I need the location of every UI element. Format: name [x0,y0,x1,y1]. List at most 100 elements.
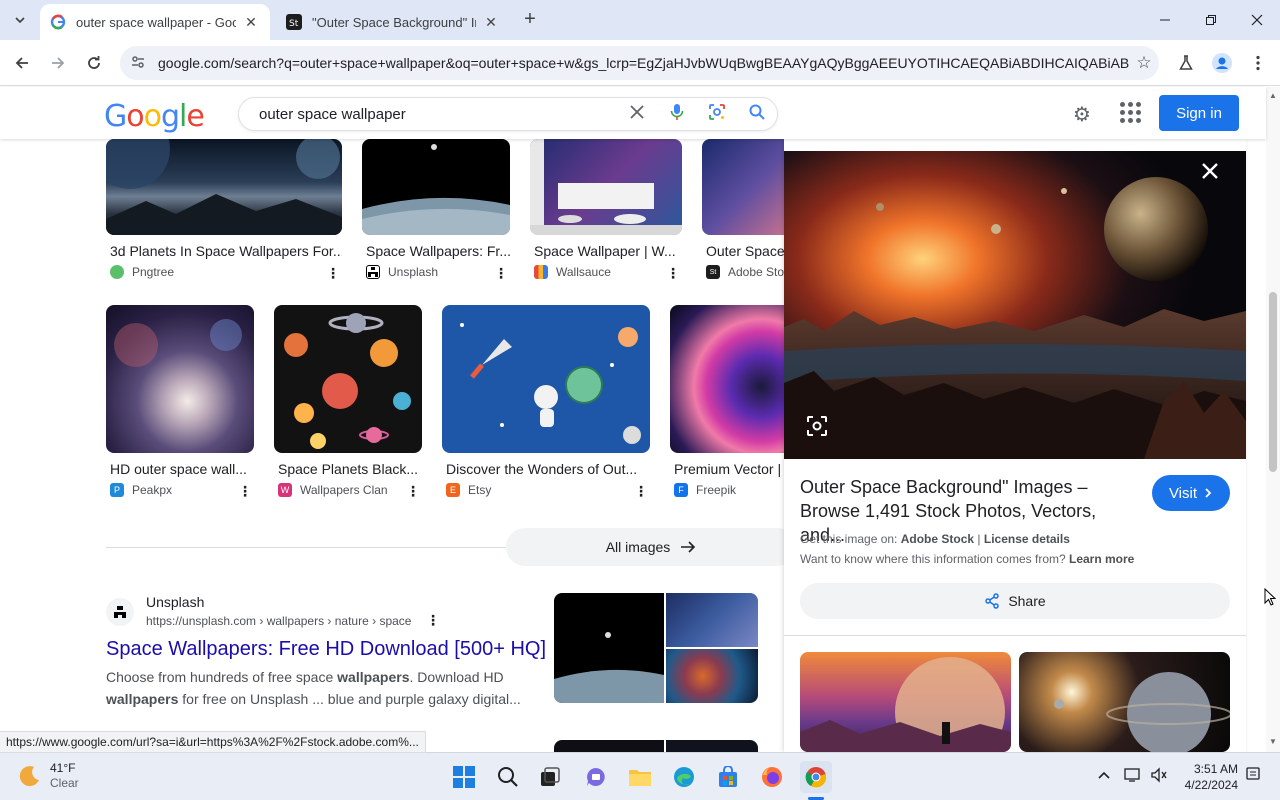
clear-search-icon[interactable] [617,104,657,124]
network-icon[interactable] [1124,767,1142,786]
bookmark-star-icon[interactable]: ☆ [1129,53,1159,73]
site-info-icon[interactable] [130,54,148,73]
chrome-taskbar-button[interactable] [800,761,832,793]
image-thumbnail[interactable] [670,305,784,453]
image-source[interactable]: E Etsy [446,483,491,497]
related-image[interactable] [1019,652,1230,752]
preview-image[interactable] [784,151,1246,459]
more-options-icon[interactable]: ⋮ [666,265,680,282]
image-caption[interactable]: Premium Vector | [674,461,784,477]
scrollbar-thumb[interactable] [1269,292,1277,472]
more-options-icon[interactable]: ⋮ [326,265,340,282]
more-options-icon[interactable]: ⋮ [494,265,508,282]
restore-button[interactable] [1188,0,1234,40]
result-image[interactable] [554,593,664,703]
license-details-link[interactable]: License details [984,532,1070,546]
voice-search-icon[interactable] [657,103,697,126]
image-thumbnail[interactable] [274,305,422,453]
show-hidden-icons-button[interactable] [1097,767,1111,783]
image-thumbnail[interactable] [530,139,682,235]
image-caption[interactable]: Outer Space [706,243,784,259]
search-box[interactable]: outer space wallpaper [238,97,778,131]
lens-search-icon[interactable] [697,103,737,126]
settings-gear-icon[interactable]: ⚙ [1073,102,1091,127]
all-images-button[interactable]: All images [506,528,796,566]
back-button[interactable] [8,49,36,77]
firefox-button[interactable] [756,761,788,793]
more-options-icon[interactable]: ⋮ [406,483,420,500]
image-caption[interactable]: Space Wallpapers: Fr... [366,243,512,259]
address-bar[interactable]: google.com/search?q=outer+space+wallpape… [120,46,1159,80]
reload-button[interactable] [80,49,108,77]
taskbar-search-button[interactable] [492,761,524,793]
image-thumbnail[interactable] [702,139,784,235]
tab-title: outer space wallpaper - Google [76,14,236,30]
adobe-stock-link[interactable]: Adobe Stock [901,532,974,546]
image-source[interactable]: P Peakpx [110,483,172,497]
more-options-icon[interactable]: ⋮ [634,483,648,500]
learn-more-link[interactable]: Learn more [1069,552,1134,566]
sign-in-button[interactable]: Sign in [1159,95,1239,131]
more-options-icon[interactable]: ⋮ [426,612,440,629]
chrome-menu-icon[interactable] [1244,49,1272,77]
image-source[interactable]: Unsplash [366,265,438,279]
visit-button[interactable]: Visit [1152,475,1230,511]
google-logo[interactable]: Google [104,99,205,134]
share-button[interactable]: Share [800,583,1230,619]
volume-icon[interactable] [1150,767,1168,786]
more-options-icon[interactable]: ⋮ [238,483,252,500]
result-image[interactable] [666,649,758,703]
close-tab-icon[interactable]: ✕ [242,13,260,31]
image-thumbnail[interactable] [106,305,254,453]
result-title-link[interactable]: Space Wallpapers: Free HD Download [500+… [106,638,546,661]
result-site-name[interactable]: Unsplash [146,594,204,610]
close-preview-button[interactable] [1188,149,1232,193]
labs-icon[interactable] [1172,49,1200,77]
tab-google-search[interactable]: outer space wallpaper - Google ✕ [40,4,270,40]
teams-chat-button[interactable] [580,761,612,793]
related-image[interactable] [800,652,1011,752]
scroll-up-arrow[interactable]: ▲ [1269,91,1277,100]
result-image[interactable] [554,740,664,752]
image-thumbnail[interactable] [362,139,510,235]
image-caption[interactable]: Space Planets Black... [278,461,424,477]
image-thumbnail[interactable] [442,305,650,453]
image-caption[interactable]: Space Wallpaper | W... [534,243,680,259]
search-icon[interactable] [737,104,777,125]
system-clock[interactable]: 3:51 AM 4/22/2024 [1180,761,1238,793]
microsoft-store-button[interactable] [712,761,744,793]
arrow-right-icon [681,541,696,553]
edge-browser-button[interactable] [668,761,700,793]
image-caption[interactable]: Discover the Wonders of Out... [446,461,652,477]
image-source[interactable]: Wallsauce [534,265,611,279]
scroll-down-arrow[interactable]: ▼ [1269,737,1277,746]
result-image[interactable] [666,740,758,752]
start-button[interactable] [448,761,480,793]
lens-icon[interactable] [806,415,828,437]
forward-button[interactable] [44,49,72,77]
google-apps-icon[interactable] [1120,102,1142,124]
task-view-button[interactable] [534,761,566,793]
search-input[interactable]: outer space wallpaper [259,106,617,123]
new-tab-button[interactable]: + [519,9,541,31]
image-source[interactable]: Pngtree [110,265,174,279]
minimize-button[interactable] [1142,0,1188,40]
page-scrollbar[interactable]: ▲ ▼ [1266,87,1280,752]
image-source[interactable]: St Adobe Sto [706,265,784,279]
notification-icon[interactable] [1246,767,1260,786]
restore-icon [1206,15,1216,25]
result-image[interactable] [666,593,758,647]
image-source[interactable]: W Wallpapers Clan [278,483,388,497]
weather-widget[interactable]: 41°F Clear [18,761,79,791]
profile-avatar[interactable] [1208,49,1236,77]
close-tab-icon[interactable]: ✕ [482,13,500,31]
image-source[interactable]: F Freepik [674,483,736,497]
result-url[interactable]: https://unsplash.com › wallpapers › natu… [146,614,411,628]
tab-search-button[interactable] [6,6,34,34]
close-window-button[interactable] [1234,0,1280,40]
tab-adobe-stock[interactable]: St "Outer Space Background" Im ✕ [276,4,510,40]
image-caption[interactable]: HD outer space wall... [110,461,256,477]
image-caption[interactable]: 3d Planets In Space Wallpapers For... [110,243,342,259]
image-thumbnail[interactable] [106,139,342,235]
file-explorer-button[interactable] [624,761,656,793]
